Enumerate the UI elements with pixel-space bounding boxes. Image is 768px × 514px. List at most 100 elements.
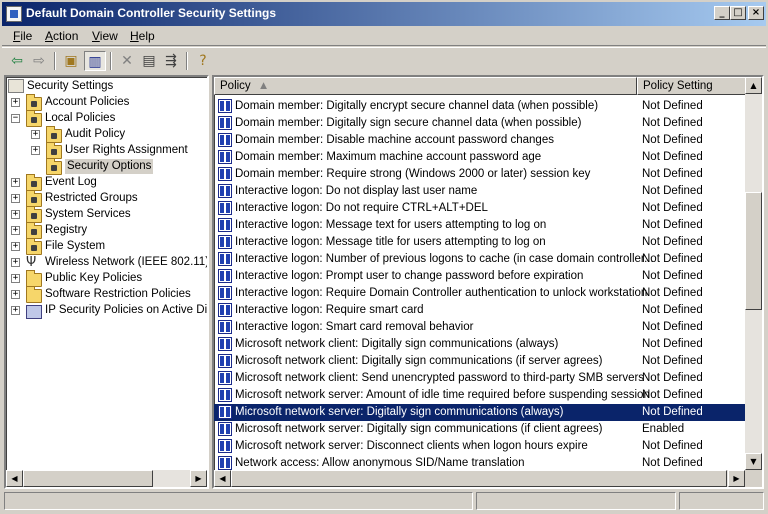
- tree-item-label: File System: [45, 240, 106, 252]
- scroll-left-icon[interactable]: ◀: [6, 470, 23, 487]
- menu-file[interactable]: File: [13, 29, 32, 43]
- export-list-icon[interactable]: ⇶: [160, 51, 182, 71]
- policy-row[interactable]: Interactive logon: Smart card removal be…: [214, 319, 754, 336]
- collapse-icon[interactable]: −: [11, 114, 20, 123]
- delete-icon[interactable]: ✕: [116, 51, 138, 71]
- policy-setting: Not Defined: [642, 117, 703, 129]
- help-icon[interactable]: ?: [192, 51, 214, 71]
- details-pane[interactable]: Policy ▲ Policy Setting Domain member: D…: [212, 75, 764, 489]
- policy-row[interactable]: Interactive logon: Prompt user to change…: [214, 268, 754, 285]
- expand-icon[interactable]: +: [11, 274, 20, 283]
- tree-pane[interactable]: Security Settings + Account Policies − Local…: [4, 75, 209, 489]
- scroll-right-icon[interactable]: ▶: [190, 470, 207, 487]
- scroll-corner: [745, 470, 762, 487]
- title-bar[interactable]: Default Domain Controller Security Setti…: [0, 0, 768, 26]
- scroll-right-icon[interactable]: ▶: [728, 470, 745, 487]
- policy-setting: Not Defined: [642, 202, 703, 214]
- show-hide-tree-icon[interactable]: ▥: [84, 51, 106, 71]
- policy-setting: Not Defined: [642, 372, 703, 384]
- policy-row[interactable]: Microsoft network client: Send unencrypt…: [214, 370, 754, 387]
- policy-row[interactable]: Microsoft network client: Digitally sign…: [214, 336, 754, 353]
- minimize-icon[interactable]: _: [714, 6, 730, 20]
- policy-row[interactable]: Interactive logon: Message text for user…: [214, 217, 754, 234]
- expand-icon[interactable]: +: [11, 306, 20, 315]
- policy-icon: [218, 269, 232, 283]
- list-vertical-scrollbar[interactable]: ▲ ▼: [745, 77, 762, 470]
- expand-icon[interactable]: +: [11, 258, 20, 267]
- policy-setting: Not Defined: [642, 185, 703, 197]
- policy-row[interactable]: Microsoft network server: Digitally sign…: [214, 421, 754, 438]
- tree-item-label: Audit Policy: [65, 128, 126, 140]
- forward-arrow-icon[interactable]: ⇨: [28, 51, 50, 71]
- policy-row[interactable]: Microsoft network server: Disconnect cli…: [214, 438, 754, 455]
- expand-icon[interactable]: +: [11, 194, 20, 203]
- back-arrow-icon[interactable]: ⇦: [6, 51, 28, 71]
- tree-item-local-policies[interactable]: − Local Policies: [6, 110, 206, 127]
- policy-icon: [218, 286, 232, 300]
- maximize-icon[interactable]: □: [730, 6, 746, 20]
- list-scroll-thumb[interactable]: [745, 192, 762, 310]
- tree-item-account-policies[interactable]: + Account Policies: [6, 94, 206, 111]
- tree-item-ip-security-policies-on-active-direc[interactable]: + IP Security Policies on Active Direc: [6, 303, 207, 319]
- close-icon[interactable]: ×: [748, 6, 764, 20]
- policy-row[interactable]: Interactive logon: Require Domain Contro…: [214, 285, 754, 302]
- policy-setting: Not Defined: [642, 100, 703, 112]
- app-icon[interactable]: [6, 6, 22, 22]
- policy-row[interactable]: Domain member: Maximum machine account p…: [214, 149, 754, 166]
- scroll-left-icon[interactable]: ◀: [214, 470, 231, 487]
- scroll-up-icon[interactable]: ▲: [745, 77, 762, 94]
- expand-icon[interactable]: +: [11, 98, 20, 107]
- policy-row[interactable]: Domain member: Digitally encrypt secure …: [214, 98, 754, 115]
- policy-name: Interactive logon: Do not require CTRL+A…: [235, 202, 488, 214]
- tree-item-wireless-network-ieee-802-11-p[interactable]: + Ψ Wireless Network (IEEE 802.11) P: [6, 255, 207, 271]
- folder-lock-icon: [26, 222, 42, 239]
- expand-icon[interactable]: +: [11, 178, 20, 187]
- expand-icon[interactable]: +: [31, 146, 40, 155]
- properties-icon[interactable]: ▤: [138, 51, 160, 71]
- expand-icon[interactable]: +: [11, 226, 20, 235]
- policy-row[interactable]: Interactive logon: Number of previous lo…: [214, 251, 754, 268]
- list-hscroll-thumb[interactable]: [231, 470, 727, 487]
- column-header-policy[interactable]: Policy ▲: [214, 77, 637, 95]
- policy-row[interactable]: Domain member: Require strong (Windows 2…: [214, 166, 754, 183]
- policy-row[interactable]: Microsoft network client: Digitally sign…: [214, 353, 754, 370]
- policy-row[interactable]: Microsoft network server: Digitally sign…: [214, 404, 754, 421]
- tree-item-event-log[interactable]: + Event Log: [6, 174, 206, 191]
- policy-row[interactable]: Domain member: Digitally sign secure cha…: [214, 115, 754, 132]
- policy-row[interactable]: Domain member: Disable machine account p…: [214, 132, 754, 149]
- expand-icon[interactable]: +: [11, 290, 20, 299]
- policy-icon: [218, 405, 232, 419]
- expand-icon[interactable]: +: [31, 130, 40, 139]
- tree-scroll-thumb[interactable]: [23, 470, 153, 487]
- menu-help[interactable]: Help: [130, 29, 155, 43]
- tree-item-audit-policy[interactable]: + Audit Policy: [6, 126, 206, 143]
- expand-icon[interactable]: +: [11, 210, 20, 219]
- tree-item-user-rights-assignment[interactable]: + User Rights Assignment: [6, 142, 206, 159]
- policy-row[interactable]: Interactive logon: Require smart card Not…: [214, 302, 754, 319]
- up-folder-icon[interactable]: ▣: [60, 51, 82, 71]
- tree-item-label: Account Policies: [45, 96, 130, 108]
- policy-name: Microsoft network client: Digitally sign…: [235, 355, 603, 367]
- tree-item-restricted-groups[interactable]: + Restricted Groups: [6, 190, 206, 207]
- policy-setting: Not Defined: [642, 219, 703, 231]
- policy-icon: [218, 320, 232, 334]
- column-header-setting[interactable]: Policy Setting: [637, 77, 747, 95]
- menu-action[interactable]: Action: [45, 29, 78, 43]
- list-horizontal-scrollbar[interactable]: ◀ ▶: [214, 470, 745, 487]
- tree-item-software-restriction-policies[interactable]: + Software Restriction Policies: [6, 286, 206, 303]
- menu-view[interactable]: View: [92, 29, 118, 43]
- tree-item-system-services[interactable]: + System Services: [6, 206, 206, 223]
- tree-item-security-options[interactable]: Security Options: [6, 158, 206, 175]
- expand-icon[interactable]: +: [11, 242, 20, 251]
- tree-item-public-key-policies[interactable]: + Public Key Policies: [6, 270, 206, 287]
- policy-row[interactable]: Interactive logon: Message title for use…: [214, 234, 754, 251]
- policy-row[interactable]: Microsoft network server: Amount of idle…: [214, 387, 754, 404]
- tree-item-registry[interactable]: + Registry: [6, 222, 206, 239]
- policy-setting: Not Defined: [642, 406, 703, 418]
- tree-horizontal-scrollbar[interactable]: ◀ ▶: [6, 470, 207, 487]
- scroll-down-icon[interactable]: ▼: [745, 453, 762, 470]
- tree-item-file-system[interactable]: + File System: [6, 238, 206, 255]
- policy-row[interactable]: Interactive logon: Do not require CTRL+A…: [214, 200, 754, 217]
- policy-row[interactable]: Interactive logon: Do not display last u…: [214, 183, 754, 200]
- menu-bar: File Action View Help: [2, 26, 766, 46]
